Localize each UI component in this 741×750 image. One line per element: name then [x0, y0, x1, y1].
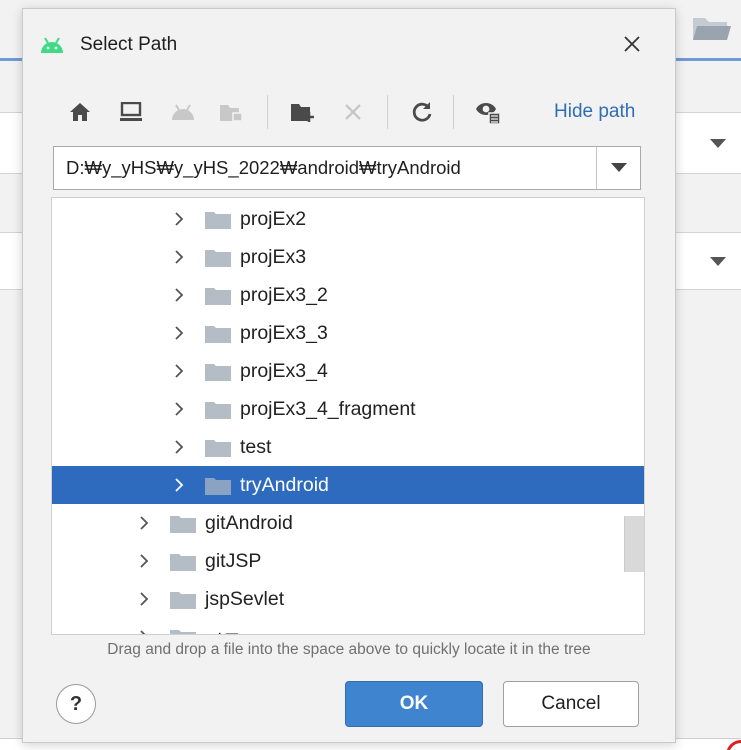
background-folder-icon[interactable] — [690, 10, 732, 46]
path-dropdown-button[interactable] — [596, 147, 640, 189]
tree-row[interactable]: projEx3_4_fragment — [52, 390, 644, 428]
background-dropdown-arrow-icon[interactable] — [706, 250, 730, 274]
path-combobox[interactable] — [53, 146, 641, 190]
folder-icon — [170, 591, 196, 609]
background-dropdown-arrow-icon[interactable] — [706, 132, 730, 156]
toolbar-separator — [387, 95, 388, 129]
tree-row[interactable]: jspSevlet — [52, 580, 644, 618]
desktop-icon[interactable] — [116, 97, 146, 127]
chevron-right-icon[interactable] — [134, 589, 154, 609]
tree-row[interactable]: tryAndroid — [52, 466, 644, 504]
folder-icon — [205, 287, 231, 305]
tree-item-label: projEx3_2 — [240, 284, 328, 306]
tree-row[interactable]: gitAndroid — [52, 504, 644, 542]
dialog-title: Select Path — [80, 34, 178, 55]
ok-button[interactable]: OK — [345, 681, 483, 727]
chevron-right-icon[interactable] — [169, 285, 189, 305]
tree-item-label: 서류 — [205, 626, 241, 634]
folder-icon — [170, 515, 196, 533]
folder-icon — [170, 553, 196, 571]
home-icon[interactable] — [65, 97, 95, 127]
tree-row[interactable]: gitJSP — [52, 542, 644, 580]
folder-icon — [205, 477, 231, 495]
tree-item-label: gitJSP — [205, 550, 262, 572]
drag-drop-hint: Drag and drop a file into the space abov… — [107, 641, 591, 658]
folder-icon — [205, 363, 231, 381]
android-project-icon[interactable] — [168, 97, 198, 127]
folder-icon — [170, 629, 196, 634]
folder-icon — [205, 401, 231, 419]
directory-tree[interactable]: projEx2 projEx3 projEx3_2 projEx3_3 projEx3_… — [51, 197, 645, 635]
tree-row[interactable]: projEx3_4 — [52, 352, 644, 390]
tree-row[interactable]: test — [52, 428, 644, 466]
tree-item-label: tryAndroid — [240, 474, 329, 496]
chevron-right-icon[interactable] — [169, 323, 189, 343]
chevron-right-icon[interactable] — [169, 247, 189, 267]
tree-row[interactable]: 서류 — [52, 618, 644, 634]
folder-icon — [205, 249, 231, 267]
tree-item-label: projEx2 — [240, 208, 307, 230]
tree-item-label: test — [240, 436, 272, 458]
close-icon[interactable] — [617, 29, 647, 59]
folder-icon — [205, 211, 231, 229]
dialog-toolbar: Hide path — [51, 91, 651, 135]
tree-row[interactable]: projEx3_3 — [52, 314, 644, 352]
delete-icon[interactable] — [338, 97, 368, 127]
chevron-right-icon[interactable] — [134, 627, 154, 634]
tree-scrollbar-thumb[interactable] — [624, 516, 644, 572]
path-input[interactable] — [54, 147, 597, 189]
tree-item-label: projEx3_3 — [240, 322, 328, 344]
chevron-right-icon[interactable] — [134, 551, 154, 571]
tree-row[interactable]: projEx2 — [52, 200, 644, 238]
select-path-dialog: Select Path Hide path D:₩y_yHS₩y_yHS_202… — [22, 8, 676, 743]
chevron-right-icon[interactable] — [169, 437, 189, 457]
toolbar-separator — [453, 95, 454, 129]
help-button[interactable]: ? — [56, 684, 96, 724]
cancel-button[interactable]: Cancel — [503, 681, 639, 727]
chevron-right-icon[interactable] — [134, 513, 154, 533]
tree-item-label: projEx3_4 — [240, 360, 328, 382]
android-icon — [39, 35, 65, 55]
module-icon[interactable] — [216, 97, 246, 127]
chevron-right-icon[interactable] — [169, 361, 189, 381]
tree-item-label: projEx3_4_fragment — [240, 398, 416, 420]
hide-path-link[interactable]: Hide path — [554, 101, 635, 123]
show-hidden-icon[interactable] — [473, 97, 503, 127]
chevron-right-icon[interactable] — [169, 209, 189, 229]
tree-item-label: gitAndroid — [205, 512, 293, 534]
tree-item-label: projEx3 — [240, 246, 307, 268]
chevron-right-icon[interactable] — [169, 475, 189, 495]
toolbar-separator — [267, 95, 268, 129]
chevron-right-icon[interactable] — [169, 399, 189, 419]
tree-row[interactable]: projEx3_2 — [52, 276, 644, 314]
tree-row[interactable]: projEx3 — [52, 238, 644, 276]
tree-item-label: jspSevlet — [205, 588, 285, 610]
refresh-icon[interactable] — [407, 97, 437, 127]
new-folder-icon[interactable] — [288, 97, 318, 127]
folder-icon — [205, 439, 231, 457]
dialog-title-bar: Select Path — [23, 9, 675, 83]
folder-icon — [205, 325, 231, 343]
